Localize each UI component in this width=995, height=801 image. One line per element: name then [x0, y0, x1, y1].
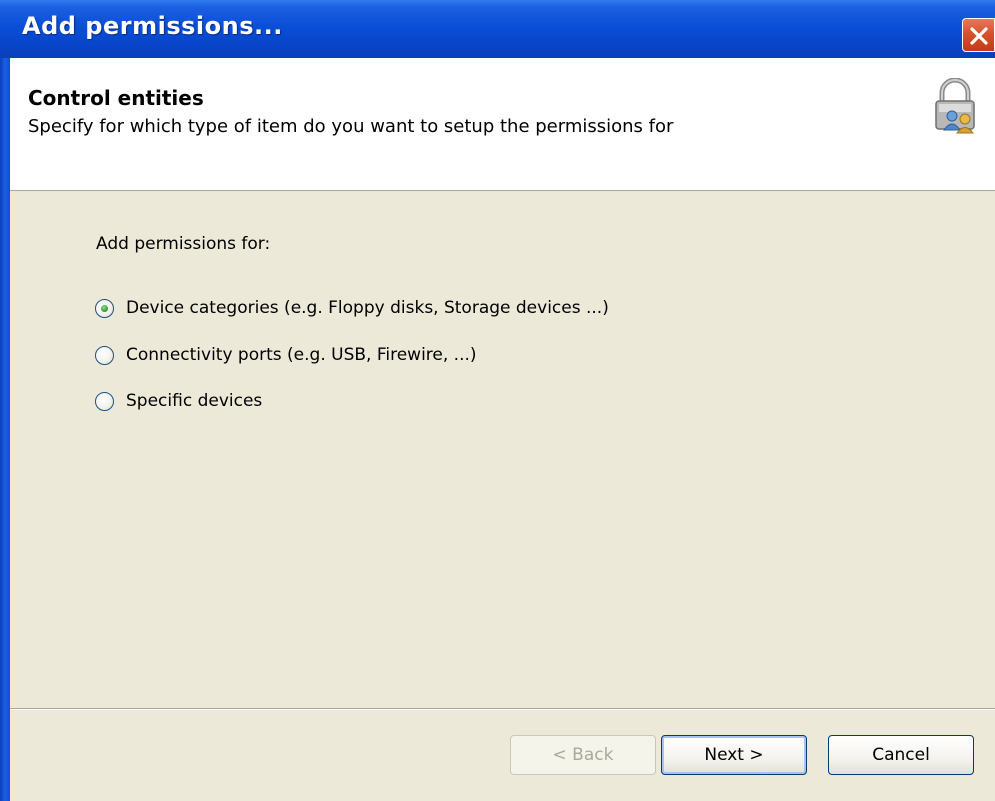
specific-devices-label[interactable]: Specific devices [126, 391, 262, 411]
window-frame-left [0, 58, 10, 801]
page-subtitle: Specify for which type of item do you wa… [28, 116, 674, 137]
back-button[interactable]: < Back [510, 735, 656, 775]
add-permissions-dialog: Add permissions... Control entities Spec… [0, 0, 995, 801]
title-bar[interactable]: Add permissions... [0, 0, 995, 58]
next-button[interactable]: Next > [661, 735, 807, 775]
specific-devices-radio[interactable] [95, 391, 114, 411]
lock-users-icon [935, 78, 975, 134]
device-categories-radio[interactable] [95, 298, 114, 318]
button-separator [10, 708, 995, 710]
window-title: Add permissions... [22, 12, 283, 40]
connectivity-ports-radio[interactable] [95, 345, 114, 365]
wizard-header: Control entities Specify for which type … [10, 58, 995, 191]
cancel-button[interactable]: Cancel [828, 735, 974, 775]
device-categories-label[interactable]: Device categories (e.g. Floppy disks, St… [126, 298, 609, 318]
option-device-categories[interactable]: Device categories (e.g. Floppy disks, St… [95, 296, 609, 320]
permissions-group-label: Add permissions for: [96, 234, 271, 254]
option-connectivity-ports[interactable]: Connectivity ports (e.g. USB, Firewire, … [95, 343, 477, 367]
close-icon [970, 27, 988, 45]
option-specific-devices[interactable]: Specific devices [95, 389, 262, 413]
close-button[interactable] [962, 18, 995, 52]
page-title: Control entities [28, 86, 204, 110]
connectivity-ports-label[interactable]: Connectivity ports (e.g. USB, Firewire, … [126, 345, 477, 365]
